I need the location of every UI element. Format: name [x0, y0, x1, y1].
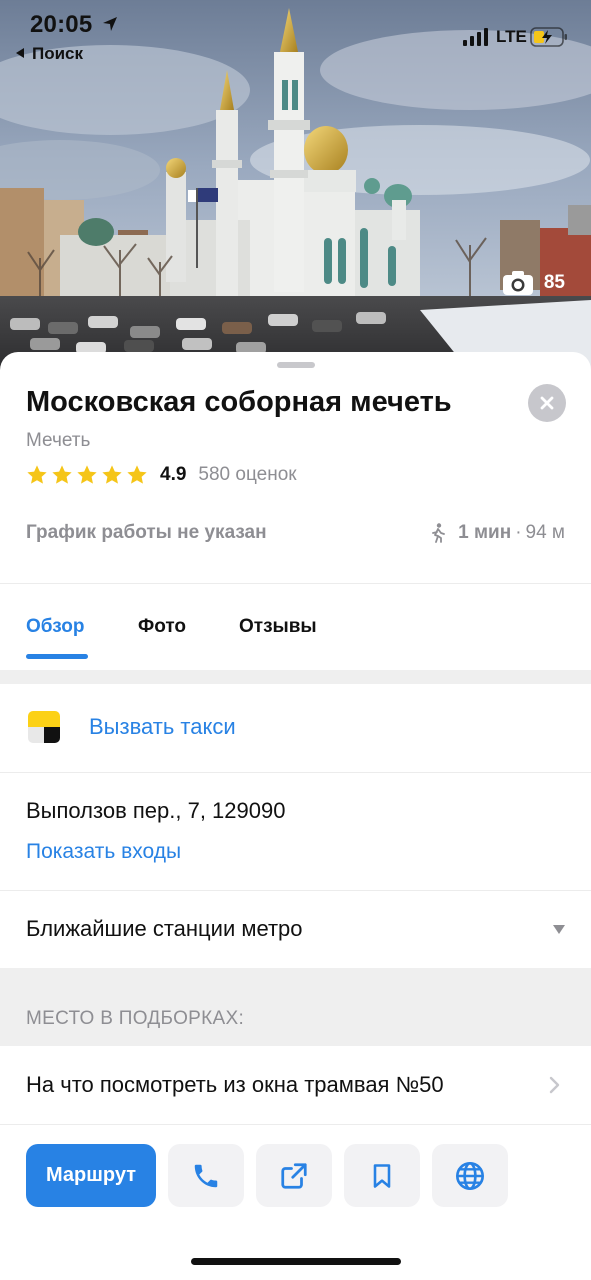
place-info-sheet: Московская соборная мечеть Мечеть 4.9 58…: [0, 352, 591, 1280]
battery-charging-icon: [530, 27, 567, 47]
close-button[interactable]: [528, 384, 566, 422]
rating-count: 580 оценок: [198, 464, 297, 485]
place-title: Московская соборная мечеть: [26, 386, 452, 418]
opening-hours: График работы не указан: [26, 522, 267, 543]
pedestrian-icon: [432, 523, 446, 543]
walk-distance: 94 м: [525, 522, 565, 543]
star-icon: [127, 465, 147, 484]
back-label: Поиск: [32, 44, 84, 63]
collections-header: МЕСТО В ПОДБОРКАХ:: [0, 968, 591, 1046]
status-time: 20:05: [30, 11, 93, 38]
nearest-metro-label: Ближайшие станции метро: [26, 916, 303, 941]
place-card-screen: 20:05 Поиск LTE 85 Московская соборная м…: [0, 0, 591, 1280]
call-taxi-row[interactable]: Вызвать такси: [0, 684, 591, 772]
phone-icon: [194, 1164, 218, 1187]
rating-row[interactable]: 4.9 580 оценок: [26, 464, 297, 486]
share-button[interactable]: [256, 1144, 332, 1207]
section-separator: [0, 670, 591, 684]
nearest-metro-row[interactable]: Ближайшие станции метро: [0, 890, 591, 968]
show-entrances-link[interactable]: Показать входы: [26, 840, 181, 864]
chevron-right-icon: [549, 1076, 560, 1094]
star-icon: [102, 465, 122, 484]
home-indicator[interactable]: [191, 1258, 401, 1265]
call-taxi-label: Вызвать такси: [89, 714, 236, 739]
dropdown-arrow-icon: [553, 925, 565, 934]
place-category: Мечеть: [26, 430, 91, 451]
globe-icon: [456, 1161, 484, 1190]
camera-icon: [502, 271, 533, 295]
star-icon: [52, 465, 72, 484]
share-icon: [281, 1162, 307, 1189]
walk-time: 1 мин: [458, 522, 512, 543]
tab-bar: Обзор Фото Отзывы: [0, 584, 591, 670]
cellular-signal-icon: [463, 28, 488, 46]
address-row[interactable]: Выползов пер., 7, 129090 Показать входы: [0, 772, 591, 890]
photo-count-badge[interactable]: 85: [502, 270, 565, 296]
divider: [0, 1124, 591, 1125]
back-arrow-icon: [16, 48, 24, 58]
close-icon: [540, 396, 554, 410]
bookmark-button[interactable]: [344, 1144, 420, 1207]
star-icon: [77, 465, 97, 484]
yandex-taxi-icon: [28, 711, 60, 743]
collection-item-label: На что посмотреть из окна трамвая №50: [26, 1072, 444, 1097]
tab-reviews[interactable]: Отзывы: [239, 616, 317, 638]
rating-value: 4.9: [160, 464, 187, 485]
network-type: LTE: [496, 27, 527, 46]
tab-photos[interactable]: Фото: [138, 616, 186, 638]
call-button[interactable]: [168, 1144, 244, 1207]
star-icon: [27, 465, 47, 484]
walking-distance[interactable]: 1 мин · 94 м: [430, 522, 565, 544]
collections-header-label: МЕСТО В ПОДБОРКАХ:: [26, 1008, 245, 1029]
sheet-grabber[interactable]: [277, 362, 315, 368]
rating-stars: [26, 464, 148, 486]
location-arrow-icon: [103, 17, 117, 31]
photo-count: 85: [543, 272, 565, 293]
website-button[interactable]: [432, 1144, 508, 1207]
tab-overview[interactable]: Обзор: [26, 616, 84, 638]
bookmark-icon: [373, 1163, 391, 1188]
status-bar: 20:05 Поиск LTE: [0, 0, 591, 70]
address-text: Выползов пер., 7, 129090: [26, 798, 286, 823]
route-button[interactable]: Маршрут: [26, 1144, 156, 1207]
collection-item[interactable]: На что посмотреть из окна трамвая №50: [0, 1046, 591, 1124]
action-bar: Маршрут: [0, 1142, 591, 1212]
walk-separator: ·: [515, 522, 522, 543]
active-tab-indicator: [26, 654, 88, 659]
back-to-search-link[interactable]: Поиск: [16, 44, 83, 64]
